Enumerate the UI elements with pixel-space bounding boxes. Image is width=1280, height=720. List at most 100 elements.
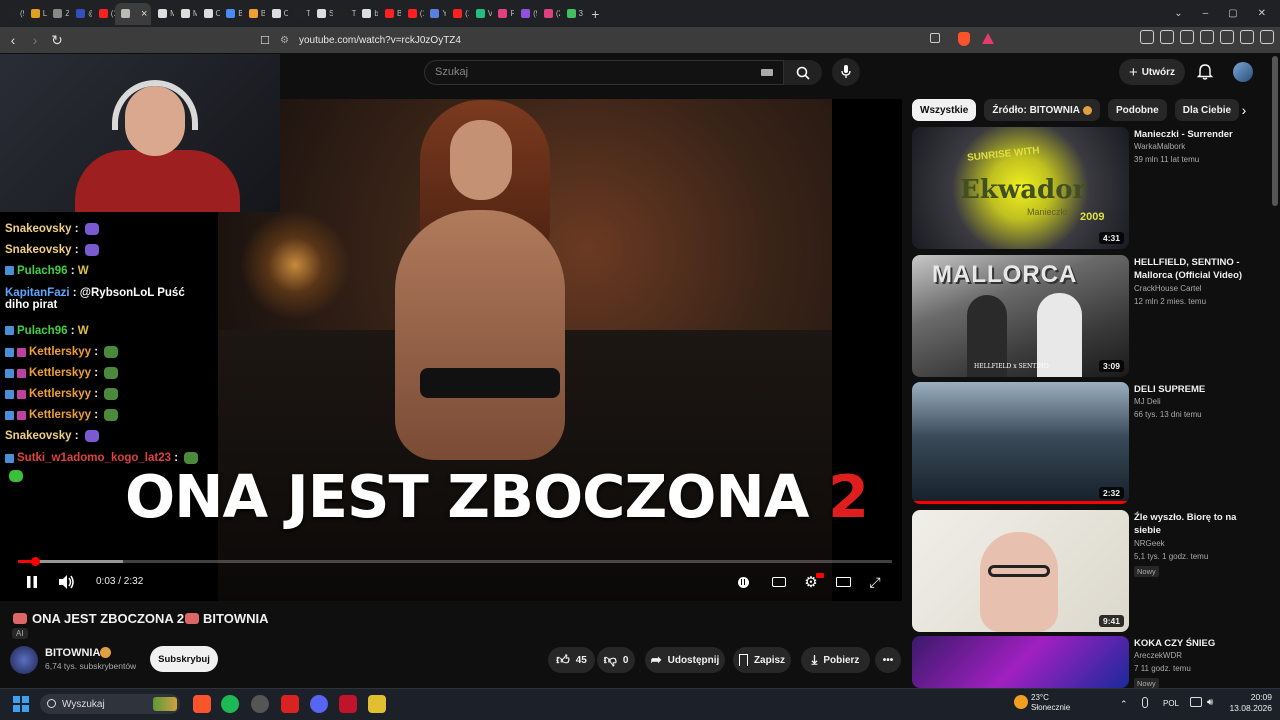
recommendation-title[interactable]: KOKA CZY ŚNIEG [1134,637,1254,650]
app-icon[interactable] [368,695,386,713]
spotify-app-icon[interactable] [221,695,239,713]
discord-app-icon[interactable] [310,695,328,713]
subtitles-button[interactable] [769,572,789,592]
create-button[interactable]: + Utwórz [1119,59,1185,85]
browser-tab[interactable]: Tik [334,3,356,25]
autoplay-toggle[interactable] [733,572,753,592]
browser-tab[interactable]: (18 [93,3,115,25]
keyboard-icon[interactable] [761,69,773,76]
recommendation-card[interactable]: 2:32 DELI SUPREME MJ Deli 66 tys. 13 dni te… [912,382,1257,504]
maximize-icon[interactable]: ▢ [1228,8,1237,19]
browser-tab[interactable]: Ma [175,3,197,25]
url-field[interactable]: ⚙ youtube.com/watch?v=rckJ0zOyTZ4 [280,30,1000,50]
extensions-icon[interactable] [1140,30,1154,44]
filter-chip[interactable]: Podobne [1107,99,1167,121]
wallet-icon[interactable] [1200,30,1214,44]
leo-icon[interactable] [1220,30,1234,44]
steam-app-icon[interactable] [251,695,269,713]
download-button[interactable]: ⤓ Pobierz [801,647,870,673]
save-button[interactable]: Zapisz [733,647,791,673]
menu-icon[interactable] [1260,30,1274,44]
recommendation-card[interactable]: SUNRISE WITH Ekwador Manieczki 2009 4:31 Mani… [912,127,1257,249]
close-tab-icon[interactable]: × [141,8,147,20]
browser-tab[interactable]: bor [356,3,378,25]
share-button[interactable]: ➦ Udostępnij [645,647,725,673]
tray-chevron-icon[interactable]: ⌃ [1120,699,1128,710]
more-actions-button[interactable]: ••• [875,647,901,673]
user-avatar[interactable] [1233,62,1253,82]
vpn-icon[interactable] [1240,30,1254,44]
media-icon[interactable] [1160,30,1174,44]
recommendation-thumbnail[interactable]: SUNRISE WITH Ekwador Manieczki 2009 4:31 [912,127,1129,249]
browser-tab[interactable]: Yne [424,3,446,25]
channel-avatar[interactable] [10,646,38,674]
recommendation-thumbnail[interactable]: MALLORCA HELLFIELD x SENTINO 3:09 [912,255,1129,377]
brave-shield-icon[interactable] [958,32,970,46]
browser-tab[interactable]: Baj [379,3,401,25]
minimize-icon[interactable]: – [1203,8,1209,19]
recommendation-channel[interactable]: AreczekWDR [1134,651,1182,660]
recommendation-thumbnail[interactable]: 9:41 [912,510,1129,632]
bookmark-icon[interactable]: ☐ [254,29,276,51]
rewards-icon[interactable] [982,33,994,44]
recommendation-title[interactable]: HELLFIELD, SENTINO - Mallorca (Official … [1134,256,1254,282]
filter-chip[interactable]: Dla Ciebie [1174,99,1240,121]
close-window-icon[interactable]: ✕ [1258,8,1266,19]
filter-chip[interactable]: Wszystkie [912,99,977,121]
pause-button[interactable] [22,572,42,592]
system-clock[interactable]: 20:09 13.08.2026 [1226,692,1272,714]
browser-tab[interactable]: Rei [492,3,514,25]
recommendation-channel[interactable]: NRGeek [1134,539,1165,548]
browser-tab[interactable]: Ziel [47,3,69,25]
browser-tab[interactable]: Ca| [266,3,288,25]
page-scrollbar[interactable] [1272,56,1278,206]
theater-mode-button[interactable] [833,572,853,592]
browser-tab[interactable]: × [115,2,152,25]
settings-button[interactable]: ⚙ [801,572,824,592]
recommendation-thumbnail[interactable]: 2:32 [912,382,1129,504]
browser-tab[interactable]: (99 [515,3,537,25]
browser-tab[interactable]: Bo: [243,3,265,25]
new-tab-button[interactable]: + [591,6,599,22]
recommendation-card[interactable]: MALLORCA HELLFIELD x SENTINO 3:09 HELLFIELD… [912,255,1257,377]
site-info-icon[interactable]: ⚙ [280,35,289,46]
back-icon[interactable]: ‹ [2,29,24,51]
browser-tab[interactable]: 30. [561,3,583,25]
subscribe-button[interactable]: Subskrybuj [150,646,218,672]
recommendation-title[interactable]: Źle wyszło. Biorę to na siebie [1134,511,1254,537]
browser-tab[interactable]: Bo: [220,3,242,25]
browser-tab[interactable]: (18 [447,3,469,25]
fullscreen-button[interactable]: ⤢ [865,572,885,592]
forward-icon[interactable]: › [24,29,46,51]
reload-icon[interactable]: ↻ [46,29,68,51]
search-input[interactable]: Szukaj [424,60,784,85]
chevron-down-icon[interactable]: ⌄ [1174,8,1182,19]
recommendation-channel[interactable]: MJ Deli [1134,397,1161,406]
recommendation-card[interactable]: 9:41 Źle wyszło. Biorę to na siebie NRGeek… [912,510,1257,632]
network-icon[interactable] [1190,697,1202,707]
browser-tab[interactable]: (99 [2,3,24,25]
weather-widget[interactable]: 23°C Słonecznie [1031,693,1070,713]
voice-search-button[interactable] [832,58,860,86]
sidebar-icon[interactable] [1180,30,1194,44]
browser-tab[interactable]: (2) [538,3,560,25]
recommendation-title[interactable]: DELI SUPREME [1134,383,1254,396]
browser-tab[interactable]: @a [70,3,92,25]
browser-tab[interactable]: Viv [470,3,492,25]
search-button[interactable] [784,60,822,85]
recommendation-thumbnail[interactable] [912,636,1129,688]
dislike-button[interactable]: 👎︎ 0 [597,647,635,673]
recommendation-title[interactable]: Manieczki - Surrender [1134,128,1254,141]
browser-tab[interactable]: Lea [25,3,47,25]
speaker-icon[interactable]: 🔊︎ [1207,697,1213,708]
notifications-bell-icon[interactable] [1196,63,1214,81]
filter-chip[interactable]: Źródło: BITOWNIA [984,99,1100,121]
brave-app-icon[interactable] [193,695,211,713]
browser-tab[interactable]: (18 [402,3,424,25]
tray-mic-icon[interactable] [1142,697,1148,708]
cast-icon[interactable] [930,33,940,43]
browser-tab[interactable]: Szp [311,3,333,25]
recommendation-card[interactable]: KOKA CZY ŚNIEG AreczekWDR 7 11 godz. temu N… [912,636,1257,689]
recommendation-channel[interactable]: CrackHouse Cartel [1134,284,1202,293]
chips-next-button[interactable]: › [1233,99,1255,121]
